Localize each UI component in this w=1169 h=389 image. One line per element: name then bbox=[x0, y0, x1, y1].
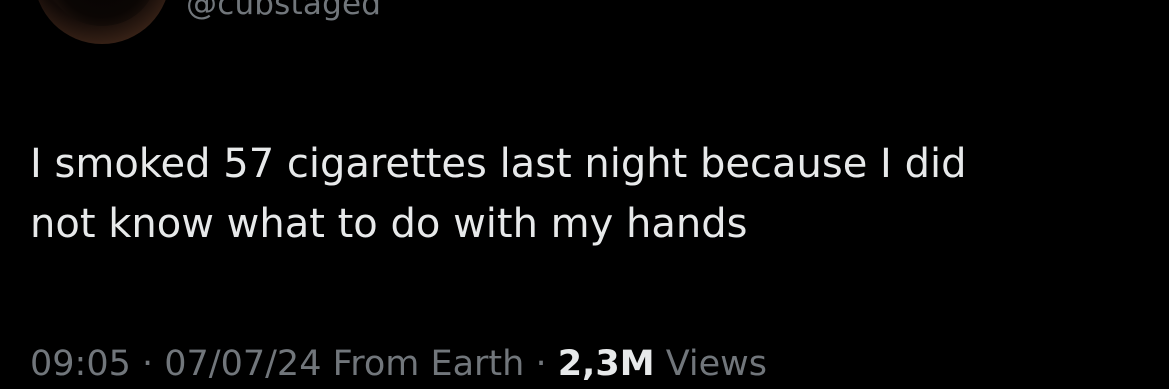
tweet-text-line-2: not know what to do with my hands bbox=[30, 201, 748, 247]
meta-separator: · bbox=[130, 344, 165, 384]
avatar[interactable] bbox=[34, 0, 170, 44]
user-handle[interactable]: @cubstaged bbox=[186, 0, 381, 22]
views-label[interactable]: Views bbox=[666, 344, 767, 384]
avatar-image bbox=[48, 0, 156, 26]
tweet-metadata: 09:05 · 07/07/24 From Earth · 2,3M Views bbox=[30, 341, 767, 387]
tweet-source: From Earth bbox=[332, 344, 525, 384]
tweet-time[interactable]: 09:05 bbox=[30, 344, 131, 384]
tweet-body: I smoked 57 cigarettes last night becaus… bbox=[30, 134, 1130, 254]
meta-separator: · bbox=[524, 344, 558, 384]
tweet-date[interactable]: 07/07/24 bbox=[164, 344, 321, 384]
tweet-text-line-1: I smoked 57 cigarettes last night becaus… bbox=[30, 141, 967, 187]
views-count[interactable]: 2,3M bbox=[558, 344, 655, 384]
